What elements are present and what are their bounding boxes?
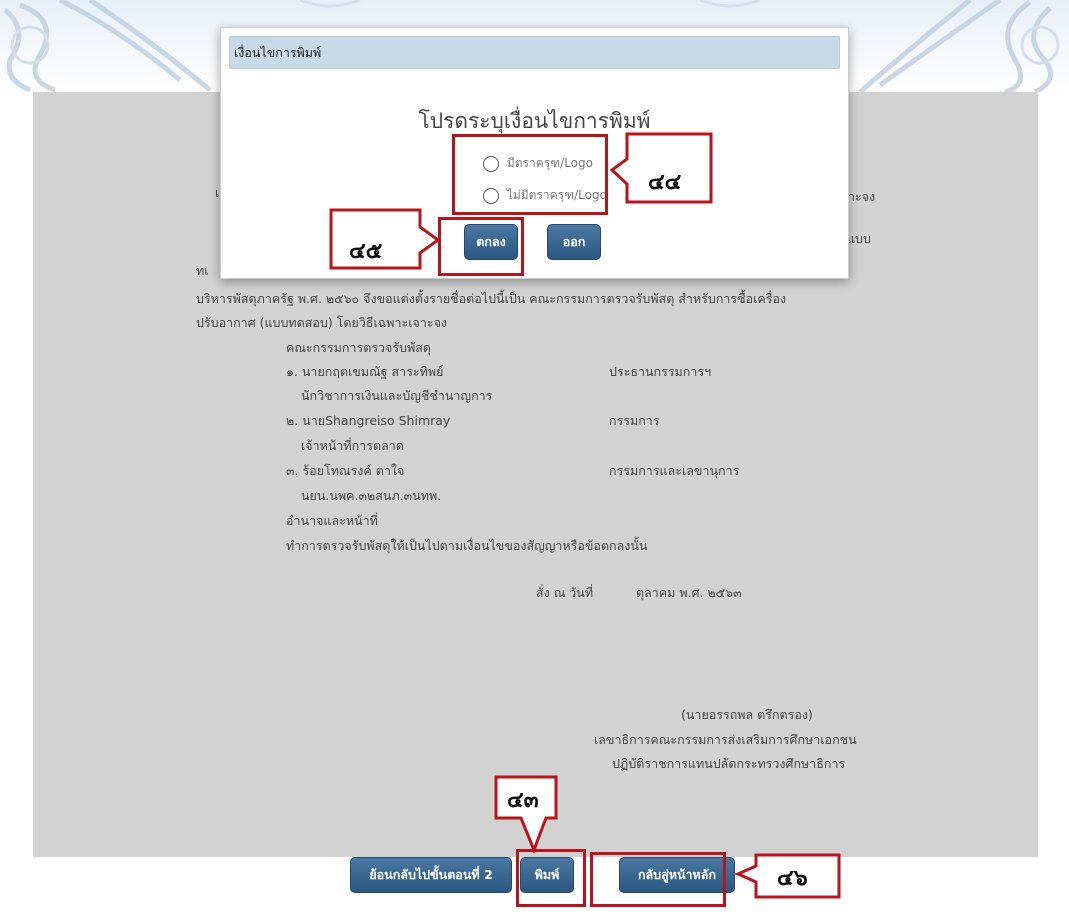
member-3-name: ๓. ร้อยโทณรงค์ ตาใจ (286, 463, 405, 478)
signer-title-1: เลขาธิการคณะกรรมการส่งเสริมการศึกษาเอกชน (594, 732, 857, 747)
callout-43-label: ๔๓ (507, 788, 539, 813)
highlight-print-button (516, 849, 586, 907)
authority-text: ทำการตรวจรับพัสดุให้เป็นไปตามเงื่อนไขของ… (286, 538, 648, 553)
member-2-position: เจ้าหน้าที่การตลาด (301, 438, 404, 453)
doc-heading-fragment-right: าะจง (848, 189, 876, 204)
highlight-radio-options (452, 134, 608, 215)
member-1-name: ๑. นายกฤตเขมณัฐ สาระทิพย์ (286, 364, 444, 379)
member-1-role: ประธานกรรมการฯ (609, 364, 712, 379)
dialog-title: เงื่อนไขการพิมพ์ (234, 45, 322, 60)
highlight-home-button (590, 852, 726, 907)
callout-45-label: ๔๕ (349, 239, 383, 264)
order-date-label: สั่ง ณ วันที่ (536, 585, 594, 600)
doc-paragraph-line-2: ปรับอากาศ (แบบทดสอบ) โดยวิธีเฉพาะเจาะจง (196, 315, 448, 330)
signer-title-2: ปฏิบัติราชการแทนปลัดกระทรวงศึกษาธิการ (612, 756, 846, 771)
back-to-step-2-button[interactable]: ย้อนกลับไปขั้นตอนที่ 2 (350, 857, 512, 893)
dialog-header: เงื่อนไขการพิมพ์ (229, 36, 840, 69)
member-2-name: ๒. นายShangreiso Shimray (286, 413, 451, 428)
signer-name: (นายอรรถพล ตรึกตรอง) (681, 707, 813, 722)
member-3-position: นยน.นพค.๓๒สนภ.๓นทพ. (301, 488, 442, 503)
callout-46-label: ๔๖ (777, 866, 808, 891)
authority-heading: อำนาจและหน้าที่ (286, 513, 378, 528)
highlight-ok-button (438, 217, 524, 276)
doc-line-fragment-right: แบบ (847, 231, 871, 246)
member-2-role: กรรมการ (609, 413, 660, 428)
doc-heading-fragment-left: เ (215, 185, 220, 200)
committee-heading: คณะกรรมการตรวจรับพัสดุ (286, 340, 432, 355)
doc-paragraph-line-1: บริหารพัสดุภาครัฐ พ.ศ. ๒๕๖๐ จึงขอแต่งตั้… (196, 291, 787, 306)
member-3-role: กรรมการและเลขานุการ (609, 463, 740, 478)
callout-44-label: ๔๔ (648, 170, 682, 195)
member-1-position: นักวิชาการเงินและบัญชีชำนาญการ (301, 388, 493, 403)
doc-line-fragment-left: ทเ (196, 263, 209, 278)
exit-button[interactable]: ออก (547, 224, 601, 260)
order-date-value: ตุลาคม พ.ศ. ๒๕๖๓ (636, 585, 742, 600)
